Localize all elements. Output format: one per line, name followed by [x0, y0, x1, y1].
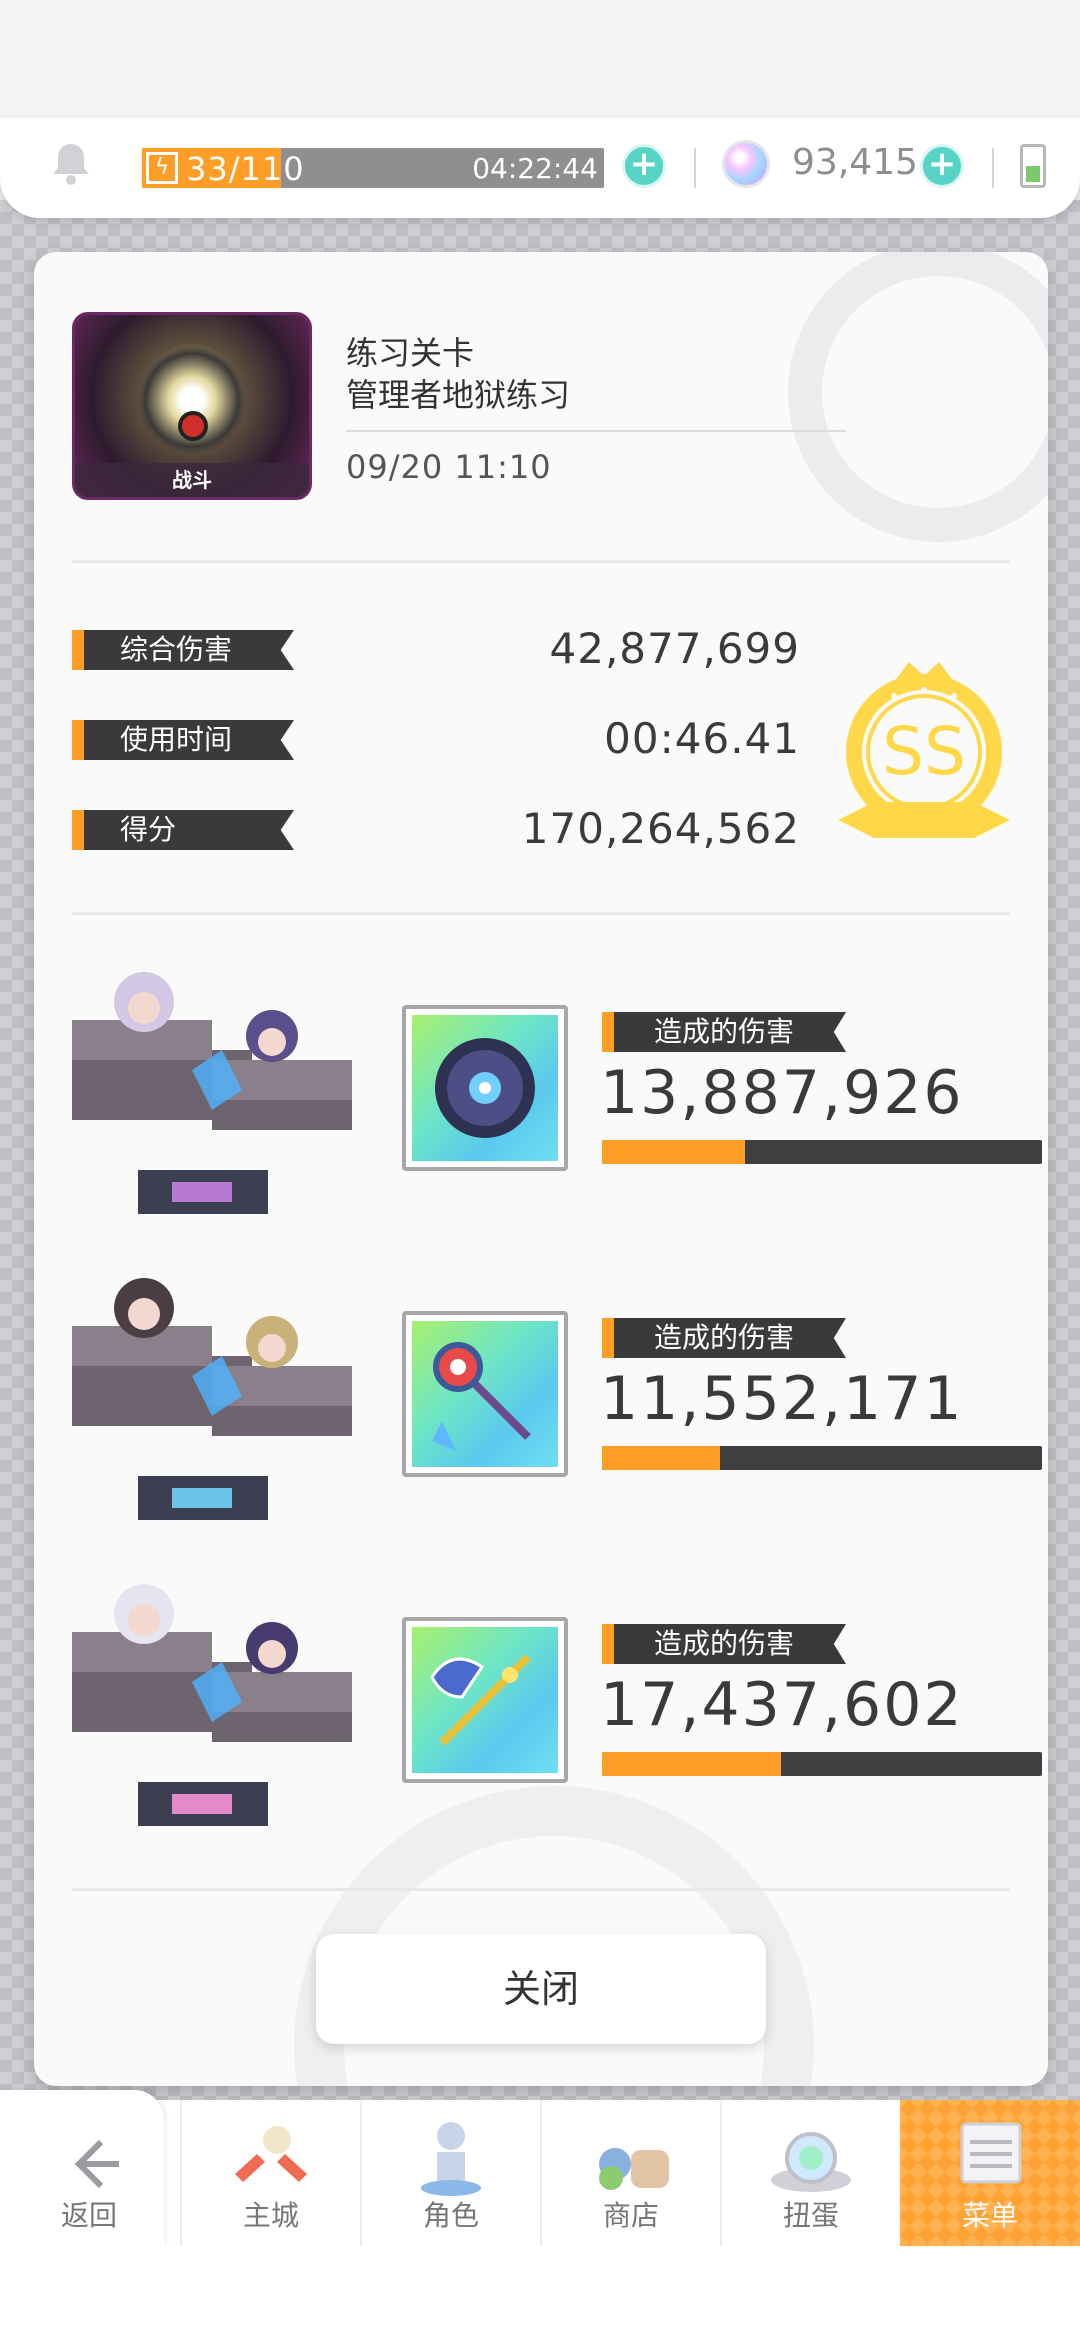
emblem-decoration — [788, 252, 1048, 542]
damage-bar — [602, 1752, 1042, 1776]
stat-label: 综合伤害 — [72, 630, 294, 670]
weapon-slot[interactable] — [402, 1005, 568, 1171]
stage-thumb-label: 战斗 — [75, 463, 309, 497]
nav-label: 商店 — [602, 2199, 659, 2232]
nav-label: 主城 — [242, 2199, 299, 2232]
damage-label: 造成的伤害 — [602, 1318, 846, 1358]
stat-row-score: 得分 170,264,562 — [72, 804, 799, 853]
character-row[interactable]: 造成的伤害 11,552,171 — [72, 1266, 1042, 1536]
system-nav-area — [0, 2246, 1080, 2340]
gem-icon — [722, 140, 770, 188]
town-icon — [221, 2114, 321, 2204]
orb-icon — [412, 1015, 558, 1161]
scepter-icon — [412, 1321, 558, 1467]
stamina-bar: ϟ 33/110 04:22:44 — [142, 148, 604, 188]
result-panel: 战斗 练习关卡 管理者地狱练习 09/20 11:10 综合伤害 42,877,… — [34, 252, 1048, 2086]
weapon-slot[interactable] — [402, 1617, 568, 1783]
rank-text: SS — [882, 713, 966, 790]
divider — [72, 1888, 1010, 1891]
character-team-sprite — [72, 1572, 362, 1842]
character-team-sprite — [72, 1266, 362, 1536]
divider — [992, 148, 994, 188]
nav-menu[interactable]: 菜单 — [900, 2100, 1080, 2246]
stat-label: 得分 — [72, 810, 294, 850]
damage-label: 造成的伤害 — [602, 1012, 846, 1052]
gacha-icon — [761, 2114, 861, 2204]
nav-shop[interactable]: 商店 — [542, 2100, 720, 2246]
divider — [72, 912, 1010, 915]
stamina-timer: 04:22:44 — [472, 152, 598, 185]
damage-value: 11,552,171 — [600, 1364, 964, 1434]
nav-character[interactable]: 角色 — [362, 2100, 540, 2246]
character-icon — [401, 2114, 501, 2204]
shop-icon — [581, 2114, 681, 2204]
nav-town[interactable]: 主城 — [182, 2100, 360, 2246]
stage-thumbnail: 战斗 — [72, 312, 312, 500]
damage-value: 17,437,602 — [600, 1670, 964, 1740]
stage-date: 09/20 11:10 — [346, 448, 552, 486]
rank-badge-icon: SS — [834, 652, 1014, 842]
nav-label: 角色 — [422, 2199, 479, 2232]
stat-row-time-used: 使用时间 00:46.41 — [72, 714, 799, 763]
axe-staff-icon — [412, 1627, 558, 1773]
stat-value: 00:46.41 — [604, 714, 800, 763]
damage-bar-fill — [602, 1446, 721, 1470]
damage-value: 13,887,926 — [600, 1058, 964, 1128]
stat-row-total-damage: 综合伤害 42,877,699 — [72, 624, 799, 673]
close-button[interactable]: 关闭 — [316, 1934, 766, 2044]
battery-icon — [1020, 144, 1046, 188]
stamina-bolt-icon: ϟ — [146, 152, 178, 184]
damage-label: 造成的伤害 — [602, 1624, 846, 1664]
stage-type: 练习关卡 — [346, 334, 475, 372]
nav-gacha[interactable]: 扭蛋 — [722, 2100, 900, 2246]
nav-label: 菜单 — [961, 2199, 1018, 2232]
gem-count: 93,415 — [792, 142, 918, 183]
stage-name: 管理者地狱练习 — [346, 376, 571, 414]
damage-bar-fill — [602, 1752, 782, 1776]
nav-back[interactable]: 返回 — [0, 2100, 178, 2246]
nav-label: 返回 — [60, 2199, 117, 2232]
damage-bar — [602, 1446, 1042, 1470]
divider — [72, 560, 1010, 563]
boss-eye — [178, 411, 208, 441]
menu-icon — [940, 2114, 1040, 2204]
nav-label: 扭蛋 — [782, 2199, 839, 2232]
stat-label: 使用时间 — [72, 720, 294, 760]
stat-value: 170,264,562 — [521, 804, 800, 853]
back-arrow-icon — [39, 2114, 139, 2204]
divider — [694, 148, 696, 188]
bottom-navigation: 返回 主城 角色 商店 扭蛋 菜单 — [0, 2090, 1080, 2246]
damage-bar — [602, 1140, 1042, 1164]
character-team-sprite — [72, 960, 362, 1230]
stat-value: 42,877,699 — [549, 624, 800, 673]
resource-bar: ϟ 33/110 04:22:44 + 93,415 + — [0, 118, 1080, 218]
stamina-value: 33/110 — [186, 150, 305, 188]
add-gems-button[interactable]: + — [920, 144, 964, 188]
bell-icon[interactable] — [50, 140, 92, 186]
weapon-slot[interactable] — [402, 1311, 568, 1477]
damage-bar-fill — [602, 1140, 745, 1164]
divider — [346, 430, 846, 432]
character-row[interactable]: 造成的伤害 17,437,602 — [72, 1572, 1042, 1842]
add-stamina-button[interactable]: + — [622, 144, 666, 188]
character-row[interactable]: 造成的伤害 13,887,926 — [72, 960, 1042, 1230]
